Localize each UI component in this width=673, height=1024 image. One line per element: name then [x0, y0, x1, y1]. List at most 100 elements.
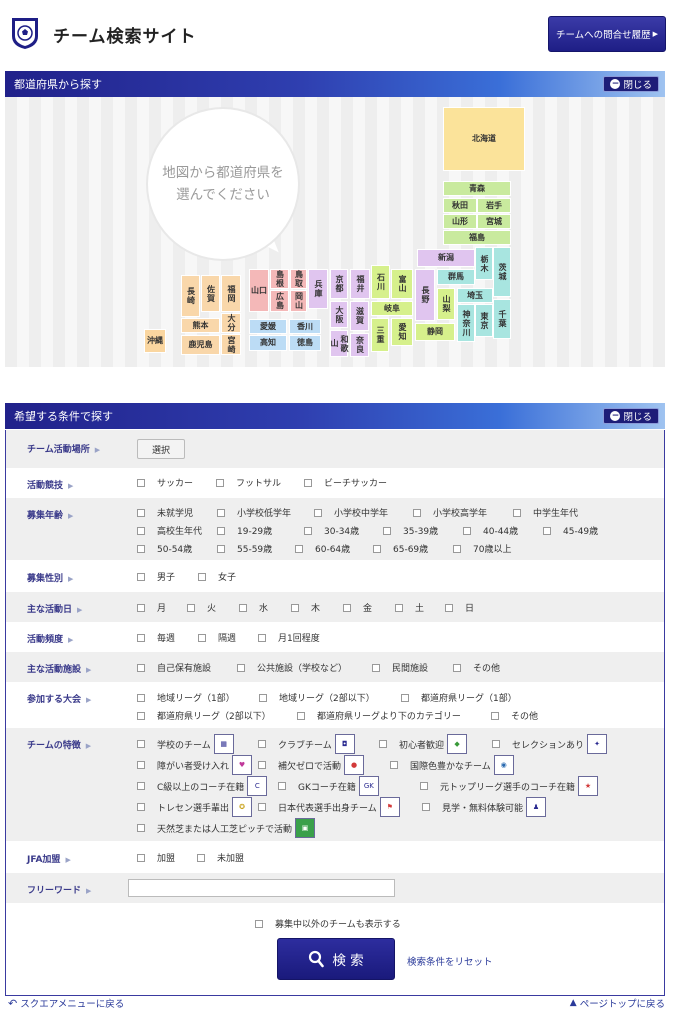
- age-option[interactable]: 45-49歳: [543, 524, 598, 537]
- pref-miyagi[interactable]: 宮城: [477, 214, 511, 229]
- pref-yamanashi[interactable]: 山梨: [437, 288, 455, 320]
- league-option[interactable]: その他: [491, 709, 538, 722]
- age-option[interactable]: 55-59歳: [217, 542, 272, 555]
- pref-chiba[interactable]: 千葉: [493, 299, 511, 339]
- pref-hiroshima[interactable]: 広島: [270, 290, 289, 312]
- age-option[interactable]: 40-44歳: [463, 524, 518, 537]
- pref-fukushima[interactable]: 福島: [443, 230, 511, 245]
- pref-ehime[interactable]: 愛媛: [249, 319, 287, 334]
- gender-option[interactable]: 男子: [137, 570, 175, 583]
- age-option[interactable]: 70歳以上: [453, 542, 511, 555]
- pref-nagano[interactable]: 長野: [415, 269, 435, 321]
- day-option[interactable]: 火: [187, 601, 216, 614]
- freq-option[interactable]: 毎週: [137, 631, 175, 644]
- age-option[interactable]: 未就学児: [137, 506, 193, 519]
- feature-option[interactable]: 初心者歓迎 ◆: [379, 734, 468, 754]
- feature-option[interactable]: 学校のチーム ▦: [137, 734, 234, 754]
- pref-yamaguchi[interactable]: 山口: [249, 269, 269, 312]
- pref-gunma[interactable]: 群馬: [437, 269, 475, 285]
- facility-option[interactable]: 自己保有施設: [137, 661, 211, 674]
- jfa-option[interactable]: 未加盟: [197, 851, 244, 864]
- league-option[interactable]: 都道府県リーグ（1部）: [401, 691, 517, 704]
- pref-kochi[interactable]: 高知: [249, 335, 287, 351]
- feature-option[interactable]: 元トップリーグ選手のコーチ在籍 ★: [420, 776, 599, 796]
- reset-conditions-link[interactable]: 検索条件をリセット: [407, 954, 493, 968]
- pref-yamagata[interactable]: 山形: [443, 214, 477, 229]
- pref-hyogo[interactable]: 兵庫: [308, 269, 328, 309]
- league-option[interactable]: 都道府県リーグより下のカテゴリー: [297, 709, 461, 722]
- pref-okayama[interactable]: 岡山: [290, 290, 307, 312]
- feature-option[interactable]: 国際色豊かなチーム ◉: [390, 755, 514, 775]
- inquiry-history-button[interactable]: チームへの問合せ履歴 ▶: [548, 16, 666, 52]
- sport-option[interactable]: ビーチサッカー: [304, 476, 387, 489]
- pref-aichi[interactable]: 愛知: [391, 318, 413, 346]
- pref-iwate[interactable]: 岩手: [477, 198, 511, 213]
- feature-option[interactable]: 補欠ゼロで活動 ●: [258, 755, 365, 775]
- pref-toyama[interactable]: 富山: [391, 269, 413, 299]
- gender-option[interactable]: 女子: [198, 570, 236, 583]
- sport-option[interactable]: フットサル: [216, 476, 281, 489]
- age-option[interactable]: 高校生年代: [137, 524, 202, 537]
- pref-osaka[interactable]: 大阪: [330, 301, 348, 328]
- feature-option[interactable]: 日本代表選手出身チーム ⚑: [258, 797, 400, 817]
- jfa-option[interactable]: 加盟: [137, 851, 175, 864]
- pref-fukuoka[interactable]: 福岡: [221, 275, 241, 312]
- feature-option[interactable]: セレクションあり ✦: [492, 734, 608, 754]
- age-option[interactable]: 60-64歳: [295, 542, 350, 555]
- pref-miyazaki[interactable]: 宮崎: [221, 334, 241, 355]
- pref-nagasaki[interactable]: 長崎: [181, 275, 200, 317]
- age-option[interactable]: 小学校低学年: [217, 506, 291, 519]
- freq-option[interactable]: 月1回程度: [258, 631, 320, 644]
- pref-gifu[interactable]: 岐阜: [371, 301, 413, 316]
- feature-option[interactable]: 見学・無料体験可能 ♟: [422, 797, 547, 817]
- back-to-menu-link[interactable]: ↶ スクエアメニューに戻る: [8, 996, 124, 1011]
- feature-option[interactable]: 天然芝または人工芝ピッチで活動 ▣: [137, 818, 316, 838]
- pref-kyoto[interactable]: 京都: [330, 269, 348, 299]
- pref-tochigi[interactable]: 栃木: [475, 247, 493, 280]
- age-option[interactable]: 65-69歳: [373, 542, 428, 555]
- pref-tokushima[interactable]: 徳島: [289, 335, 321, 351]
- pref-akita[interactable]: 秋田: [443, 198, 477, 213]
- pref-kagawa[interactable]: 香川: [289, 319, 321, 334]
- feature-option[interactable]: クラブチーム ◘: [258, 734, 355, 754]
- freeword-input[interactable]: [128, 879, 395, 897]
- pref-tottori[interactable]: 鳥取: [290, 269, 307, 289]
- league-option[interactable]: 都道府県リーグ（2部以下）: [137, 709, 271, 722]
- day-option[interactable]: 月: [137, 601, 166, 614]
- league-option[interactable]: 地域リーグ（1部）: [137, 691, 235, 704]
- day-option[interactable]: 木: [291, 601, 320, 614]
- age-option[interactable]: 中学生年代: [513, 506, 578, 519]
- age-option[interactable]: 30-34歳: [304, 524, 359, 537]
- day-option[interactable]: 日: [445, 601, 474, 614]
- age-option[interactable]: 35-39歳: [383, 524, 438, 537]
- pref-hokkaido[interactable]: 北海道: [443, 107, 525, 171]
- pref-kumamoto[interactable]: 熊本: [181, 318, 220, 333]
- location-select-button[interactable]: 選択: [137, 439, 185, 459]
- pref-kanagawa[interactable]: 神奈川: [457, 304, 475, 342]
- age-option[interactable]: 小学校高学年: [413, 506, 487, 519]
- site-logo-icon[interactable]: [10, 16, 40, 50]
- feature-option[interactable]: 障がい者受け入れ ♥: [137, 755, 253, 775]
- pref-saitama[interactable]: 埼玉: [457, 288, 493, 303]
- pref-niigata[interactable]: 新潟: [417, 249, 475, 267]
- freq-option[interactable]: 隔週: [198, 631, 236, 644]
- pref-shimane[interactable]: 島根: [270, 269, 289, 289]
- pref-ibaraki[interactable]: 茨城: [493, 247, 511, 297]
- feature-option[interactable]: C級以上のコーチ在籍 C: [137, 776, 268, 796]
- facility-option[interactable]: 民間施設: [372, 661, 428, 674]
- sport-option[interactable]: サッカー: [137, 476, 193, 489]
- search-button[interactable]: 検 索: [277, 938, 395, 980]
- page-top-link[interactable]: ▲ ページトップに戻る: [570, 996, 665, 1010]
- pref-wakayama[interactable]: 和歌山: [330, 330, 349, 357]
- age-option[interactable]: 小学校中学年: [314, 506, 388, 519]
- pref-shizuoka[interactable]: 静岡: [415, 323, 455, 341]
- age-option[interactable]: 19-29歳: [217, 524, 272, 537]
- cond-panel-close-button[interactable]: − 閉じる: [603, 408, 659, 424]
- day-option[interactable]: 金: [343, 601, 372, 614]
- pref-okinawa[interactable]: 沖縄: [144, 329, 166, 353]
- pref-saga[interactable]: 佐賀: [201, 275, 220, 312]
- pref-kagoshima[interactable]: 鹿児島: [181, 335, 220, 355]
- feature-option[interactable]: トレセン選手輩出 ✪: [137, 797, 253, 817]
- pref-oita[interactable]: 大分: [221, 313, 241, 333]
- feature-option[interactable]: GKコーチ在籍 GK: [278, 776, 379, 796]
